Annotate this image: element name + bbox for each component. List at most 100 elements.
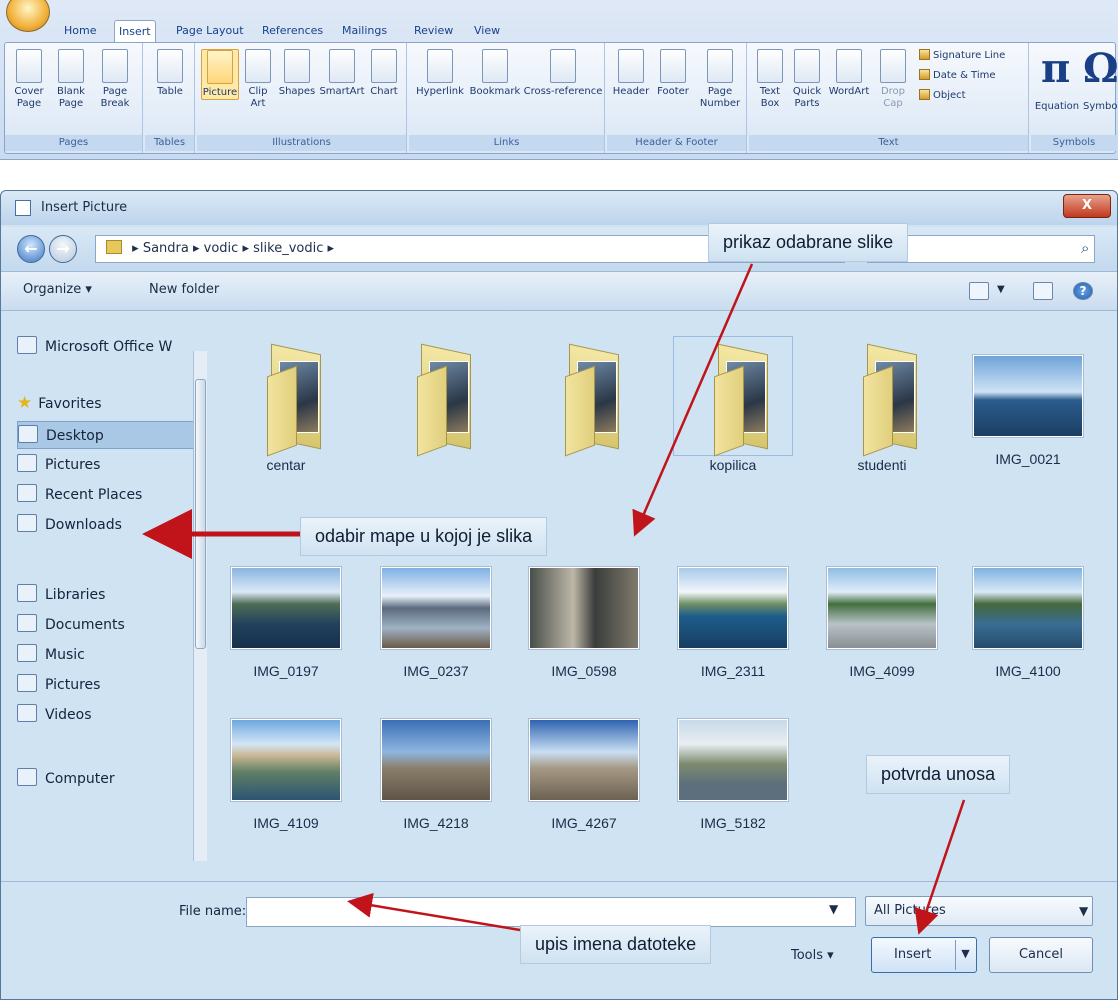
close-button[interactable]: X	[1063, 194, 1111, 218]
tools-button[interactable]: Tools ▾	[791, 948, 834, 963]
tab-insert[interactable]: Insert	[114, 20, 156, 44]
nav-documents[interactable]: Documents	[17, 611, 207, 639]
nav-desktop[interactable]: Desktop	[17, 421, 207, 449]
tab-home[interactable]: Home	[60, 20, 100, 42]
drop-cap-button[interactable]: Drop Cap	[873, 49, 913, 110]
image-file-item[interactable]: IMG_5182	[668, 705, 798, 831]
page-number-button[interactable]: Page Number	[697, 49, 743, 110]
nav-computer[interactable]: Computer	[17, 765, 207, 793]
bookmark-button[interactable]: Bookmark	[469, 49, 521, 98]
shapes-button[interactable]: Shapes	[277, 49, 317, 98]
nav-downloads[interactable]: Downloads	[17, 511, 207, 539]
file-type-select[interactable]: All Pictures	[865, 896, 1093, 926]
insert-dropdown-icon[interactable]: ▼	[955, 940, 975, 970]
nav-pictures-library[interactable]: Pictures	[17, 671, 207, 699]
help-icon[interactable]: ?	[1073, 282, 1093, 300]
image-file-item[interactable]: IMG_4100	[963, 553, 1093, 679]
picture-button[interactable]: Picture	[201, 49, 239, 100]
image-file-item[interactable]: IMG_0237	[371, 553, 501, 679]
tab-references[interactable]: References	[258, 20, 327, 42]
nav-music[interactable]: Music	[17, 641, 207, 669]
nav-label: Microsoft Office W	[45, 339, 173, 355]
image-file-item[interactable]: IMG_0197	[221, 553, 351, 679]
image-thumbnail	[381, 719, 491, 801]
word-icon	[17, 336, 37, 354]
image-file-item[interactable]: IMG_4218	[371, 705, 501, 831]
cover-page-button[interactable]: Cover Page	[11, 49, 47, 110]
nav-microsoft-office[interactable]: Microsoft Office W	[17, 333, 207, 361]
folder-icon	[827, 341, 937, 457]
group-label-symbols: Symbols	[1031, 135, 1117, 151]
nav-pictures[interactable]: Pictures	[17, 451, 207, 479]
back-button[interactable]: ←	[17, 235, 45, 263]
folder-item[interactable]: studenti	[817, 341, 947, 473]
clip-art-button[interactable]: Clip Art	[243, 49, 273, 110]
image-file-item[interactable]: IMG_4099	[817, 553, 947, 679]
clip-art-icon	[245, 49, 271, 83]
footer-button[interactable]: Footer	[653, 49, 693, 98]
cross-reference-button[interactable]: Cross-reference	[523, 49, 603, 98]
nav-recent-places[interactable]: Recent Places	[17, 481, 207, 509]
date-time-button[interactable]: Date & Time	[919, 69, 996, 83]
tab-mailings[interactable]: Mailings	[338, 20, 391, 42]
folder-item[interactable]: centar	[221, 341, 351, 473]
breadcrumb-vodic[interactable]: vodic	[204, 241, 239, 256]
nav-scrollbar-thumb[interactable]	[195, 379, 206, 649]
nav-label: Favorites	[38, 396, 102, 412]
nav-scrollbar[interactable]	[193, 351, 207, 861]
chart-button[interactable]: Chart	[367, 49, 401, 98]
equation-button[interactable]: Equation	[1033, 101, 1081, 113]
drop-cap-icon	[880, 49, 906, 83]
folder-item[interactable]: kopilica	[668, 336, 798, 473]
nav-favorites[interactable]: ★ Favorites	[17, 389, 207, 417]
folder-item[interactable]	[371, 341, 501, 457]
file-grid: centar kopilica studenti IMG_0021 IMG_0197 IM…	[221, 336, 1101, 881]
nav-libraries[interactable]: Libraries	[17, 581, 207, 609]
quick-parts-button[interactable]: Quick Parts	[789, 49, 825, 110]
object-button[interactable]: Object	[919, 89, 966, 103]
views-icon[interactable]	[969, 282, 989, 300]
preview-pane-icon[interactable]	[1033, 282, 1053, 300]
desktop-icon	[18, 425, 38, 443]
blank-page-button[interactable]: Blank Page	[53, 49, 89, 110]
group-header-footer: Header Footer Page Number Header & Foote…	[607, 43, 747, 153]
file-type-dropdown-icon[interactable]: ▼	[1079, 904, 1088, 918]
text-box-label: Text Box	[759, 86, 781, 109]
image-file-item[interactable]: IMG_0598	[519, 553, 649, 679]
office-button[interactable]	[6, 0, 50, 32]
breadcrumb-slike-vodic[interactable]: slike_vodic	[253, 241, 323, 256]
image-thumbnail	[529, 567, 639, 649]
search-icon[interactable]: ⌕	[1081, 239, 1089, 257]
smartart-button[interactable]: SmartArt	[319, 49, 365, 98]
object-label: Object	[933, 90, 966, 101]
cancel-button[interactable]: Cancel	[989, 937, 1093, 973]
cover-page-label: Cover Page	[14, 86, 44, 109]
image-file-item[interactable]: IMG_2311	[668, 553, 798, 679]
symbol-button[interactable]: Symbol	[1083, 101, 1118, 113]
tab-view[interactable]: View	[470, 20, 504, 42]
image-file-item[interactable]: IMG_4109	[221, 705, 351, 831]
table-button[interactable]: Table	[151, 49, 189, 98]
text-box-button[interactable]: Text Box	[753, 49, 787, 110]
new-folder-button[interactable]: New folder	[149, 282, 219, 297]
views-dropdown-icon[interactable]: ▼	[997, 284, 1005, 295]
folder-item[interactable]	[519, 341, 649, 457]
tab-page-layout[interactable]: Page Layout	[172, 20, 248, 42]
header-button[interactable]: Header	[611, 49, 651, 98]
tab-review[interactable]: Review	[410, 20, 457, 42]
folder-icon	[231, 341, 341, 457]
forward-button[interactable]: →	[49, 235, 77, 263]
file-name-input[interactable]	[246, 897, 856, 927]
folder-icon	[673, 336, 793, 457]
hyperlink-button[interactable]: Hyperlink	[413, 49, 467, 98]
file-name-dropdown-icon[interactable]: ▼	[829, 902, 838, 916]
organize-button[interactable]: Organize ▾	[23, 282, 92, 297]
wordart-button[interactable]: WordArt	[827, 49, 871, 98]
breadcrumb-sandra[interactable]: Sandra	[143, 241, 189, 256]
page-break-button[interactable]: Page Break	[95, 49, 135, 110]
image-file-item[interactable]: IMG_4267	[519, 705, 649, 831]
signature-line-button[interactable]: Signature Line	[919, 49, 1005, 63]
callout-folder: odabir mape u kojoj je slika	[300, 517, 548, 556]
nav-videos[interactable]: Videos	[17, 701, 207, 729]
image-file-item[interactable]: IMG_0021	[963, 341, 1093, 467]
